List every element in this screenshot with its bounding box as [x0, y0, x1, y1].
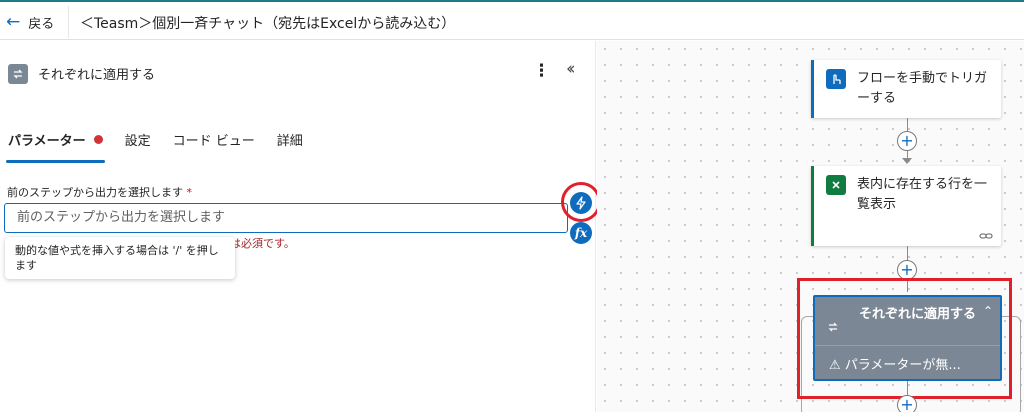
tab-details[interactable]: 詳細 — [277, 130, 303, 163]
hand-touch-icon — [826, 69, 846, 89]
excel-icon — [826, 175, 846, 195]
action-panel: それぞれに適用する ⋮ ‹‹ パラメーター 設定 コード ビュー 詳細 前のステ… — [0, 41, 601, 412]
tab-label: 設定 — [124, 134, 151, 149]
list-rows-card[interactable]: 表内に存在する行を一覧表示 — [811, 166, 1001, 246]
highlight-circle — [561, 182, 601, 222]
arrow-down-icon — [902, 158, 912, 164]
tab-label: パラメーター — [8, 134, 86, 149]
card-title: 表内に存在する行を一覧表示 — [857, 177, 988, 212]
divider — [68, 6, 69, 38]
card-accent — [811, 60, 814, 118]
error-message: は必須です。 — [230, 237, 295, 250]
link-icon[interactable] — [979, 226, 993, 245]
tooltip: 動的な値や式を挿入する場合は '/' を押します — [5, 237, 235, 279]
back-label: 戻る — [28, 16, 55, 32]
trigger-card[interactable]: フローを手動でトリガーする — [811, 60, 1001, 118]
more-vertical-icon[interactable]: ⋮ — [533, 61, 550, 81]
expression-button[interactable]: fx — [570, 222, 592, 244]
add-step-button[interactable]: + — [897, 260, 917, 280]
flow-title: ＜Teasm＞個別一斉チャット（宛先はExcelから読み込む） — [80, 16, 456, 32]
add-step-button[interactable]: + — [897, 395, 917, 412]
error-dot-icon — [93, 135, 103, 144]
flow-canvas[interactable]: フローを手動でトリガーする + 表内に存在する行を一覧表示 + それぞれに適用す… — [597, 41, 1024, 412]
previous-output-field[interactable] — [4, 203, 568, 233]
tab-label: コード ビュー — [172, 134, 255, 149]
tab-label: 詳細 — [276, 134, 303, 149]
connector — [907, 246, 908, 260]
tab-parameters[interactable]: パラメーター — [6, 130, 105, 163]
top-bar: ← 戻る ＜Teasm＞個別一斉チャット（宛先はExcelから読み込む） — [0, 0, 1024, 40]
add-step-button[interactable]: + — [897, 131, 917, 151]
loop-icon — [8, 64, 28, 84]
field-label: 前のステップから出力を選択します * — [7, 186, 193, 199]
arrow-left-icon: ← — [6, 11, 21, 32]
highlight-box — [797, 278, 1012, 399]
double-chevron-left-icon[interactable]: ‹‹ — [566, 59, 575, 79]
card-accent — [811, 166, 814, 246]
connector — [907, 381, 908, 395]
tab-code-view[interactable]: コード ビュー — [173, 130, 255, 163]
panel-title: それぞれに適用する — [38, 68, 156, 83]
required-mark: * — [186, 186, 193, 199]
tab-settings[interactable]: 設定 — [125, 130, 151, 163]
previous-output-input[interactable] — [17, 210, 557, 225]
panel-tabs: パラメーター 設定 コード ビュー 詳細 — [6, 130, 325, 163]
card-title: フローを手動でトリガーする — [857, 71, 988, 106]
connector — [907, 118, 908, 132]
back-button[interactable]: ← 戻る — [6, 11, 54, 33]
